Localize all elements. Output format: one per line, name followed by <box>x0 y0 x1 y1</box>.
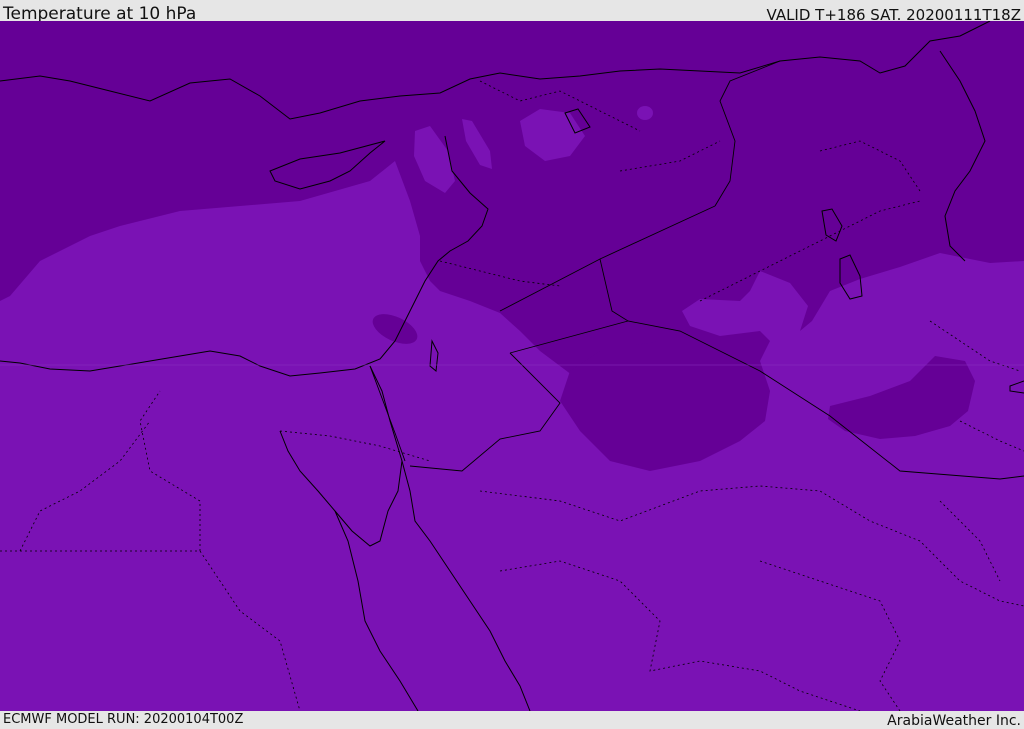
warm-pocket-4 <box>637 106 653 120</box>
map-header: Temperature at 10 hPa VALID T+186 SAT. 2… <box>0 0 1024 24</box>
credit-label: ArabiaWeather Inc. <box>887 713 1021 729</box>
model-run-label: ECMWF MODEL RUN: 20200104T00Z <box>3 712 244 727</box>
temperature-map <box>0 21 1024 711</box>
map-footer: ECMWF MODEL RUN: 20200104T00Z ArabiaWeat… <box>0 711 1024 729</box>
